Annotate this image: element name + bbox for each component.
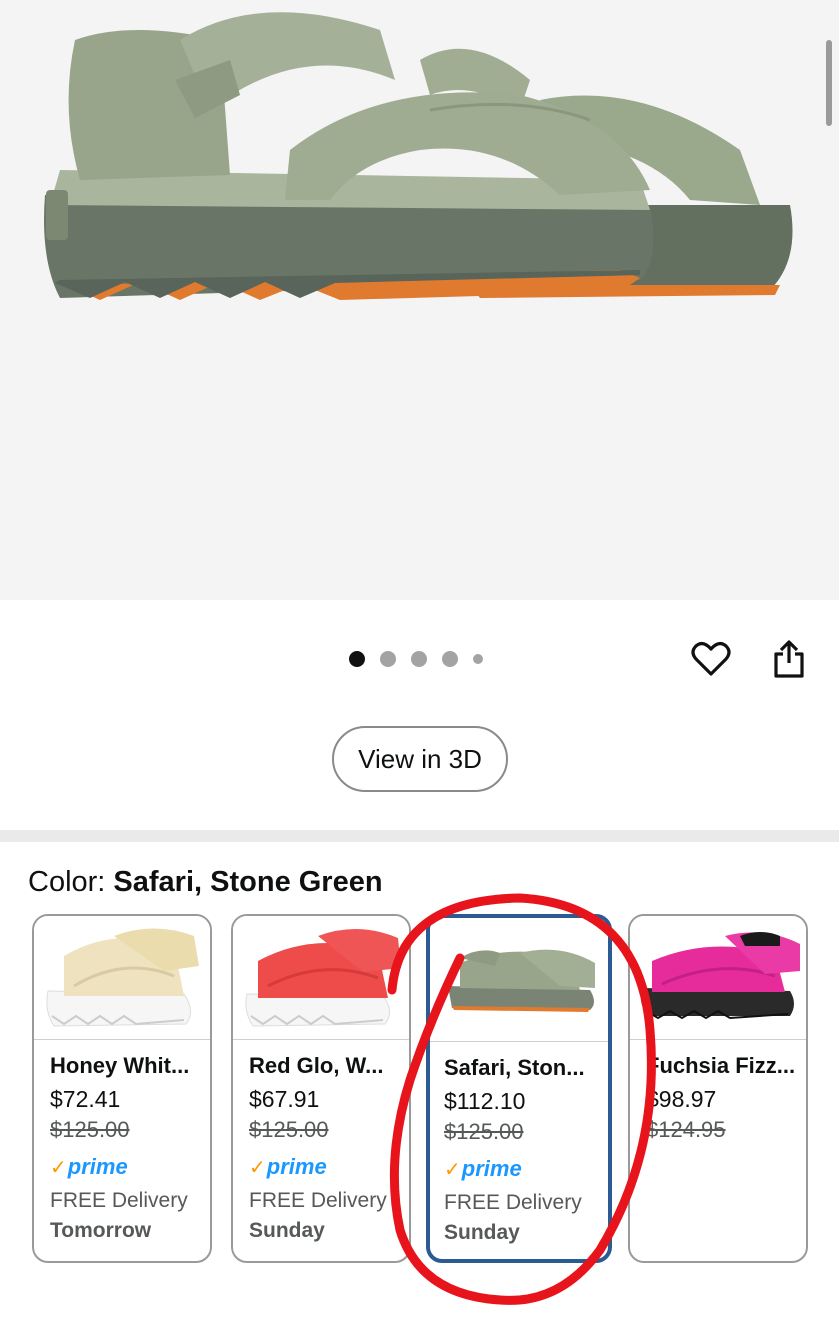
prime-badge: ✓ prime xyxy=(50,1152,210,1182)
scroll-indicator[interactable] xyxy=(826,40,832,126)
color-swatch-card[interactable]: Red Glo, W... $67.91 $125.00 ✓ prime FREE… xyxy=(231,914,411,1263)
swatch-thumbnail xyxy=(630,916,806,1040)
prime-badge: ✓ prime xyxy=(249,1152,409,1182)
sandal-thumbnail-image xyxy=(640,932,800,1020)
color-selection-label: Color: Safari, Stone Green xyxy=(28,866,383,899)
share-button[interactable] xyxy=(766,636,812,682)
swatch-name: Red Glo, W... xyxy=(249,1053,384,1078)
swatch-price: $112.10 xyxy=(444,1088,526,1114)
swatch-delivery-day: Sunday xyxy=(444,1221,520,1244)
swatch-price: $98.97 xyxy=(646,1086,717,1112)
prime-label: prime xyxy=(67,1154,128,1179)
swatch-list-price: $125.00 xyxy=(444,1119,524,1144)
sandal-thumbnail-image xyxy=(448,949,595,1012)
color-label: Color: xyxy=(28,866,114,898)
swatch-thumbnail xyxy=(34,916,210,1040)
swatch-list-price: $125.00 xyxy=(249,1117,329,1142)
color-swatch-list: Honey Whit... $72.41 $125.00 ✓ prime FREE… xyxy=(0,914,839,1264)
swatch-name: Fuchsia Fizz... xyxy=(646,1053,796,1078)
color-swatch-card[interactable]: Honey Whit... $72.41 $125.00 ✓ prime FREE… xyxy=(32,914,212,1263)
swatch-delivery: FREE Delivery xyxy=(249,1189,387,1212)
share-icon xyxy=(774,640,804,678)
swatch-delivery-day: Sunday xyxy=(249,1219,325,1242)
swatch-name: Honey Whit... xyxy=(50,1053,190,1078)
view-in-3d-button[interactable]: View in 3D xyxy=(332,726,508,792)
pagination-dot[interactable] xyxy=(442,651,458,667)
pagination-dot[interactable] xyxy=(411,651,427,667)
prime-label: prime xyxy=(461,1156,522,1181)
prime-check-icon: ✓ xyxy=(444,1158,461,1181)
sandal-thumbnail-image xyxy=(46,928,199,1027)
heart-icon xyxy=(691,642,731,676)
product-image[interactable] xyxy=(0,0,839,600)
swatch-delivery: FREE Delivery xyxy=(50,1189,188,1212)
swatch-delivery-day: Tomorrow xyxy=(50,1219,152,1242)
pagination-dot[interactable] xyxy=(473,654,483,664)
image-pagination-dots xyxy=(349,650,483,668)
swatch-thumbnail xyxy=(430,918,608,1042)
swatch-price: $67.91 xyxy=(249,1086,320,1112)
swatch-name: Safari, Ston... xyxy=(444,1055,585,1080)
swatch-list-price: $125.00 xyxy=(50,1117,130,1142)
prime-check-icon: ✓ xyxy=(249,1156,266,1179)
prime-check-icon: ✓ xyxy=(50,1156,67,1179)
swatch-thumbnail xyxy=(233,916,409,1040)
sandal-image xyxy=(44,12,793,300)
color-swatch-card-selected[interactable]: Safari, Ston... $112.10 $125.00 ✓ prime F… xyxy=(426,914,612,1263)
swatch-delivery: FREE Delivery xyxy=(444,1191,582,1214)
pagination-dot-active[interactable] xyxy=(349,651,365,667)
prime-label: prime xyxy=(266,1154,327,1179)
swatch-price: $72.41 xyxy=(50,1086,121,1112)
color-swatch-card[interactable]: Fuchsia Fizz... $98.97 $124.95 xyxy=(628,914,808,1263)
prime-badge: ✓ prime xyxy=(444,1154,608,1184)
sandal-thumbnail-image xyxy=(245,928,401,1027)
color-value: Safari, Stone Green xyxy=(113,866,383,898)
section-divider xyxy=(0,830,839,842)
swatch-list-price: $124.95 xyxy=(646,1117,726,1142)
pagination-dot[interactable] xyxy=(380,651,396,667)
wishlist-button[interactable] xyxy=(688,636,734,682)
